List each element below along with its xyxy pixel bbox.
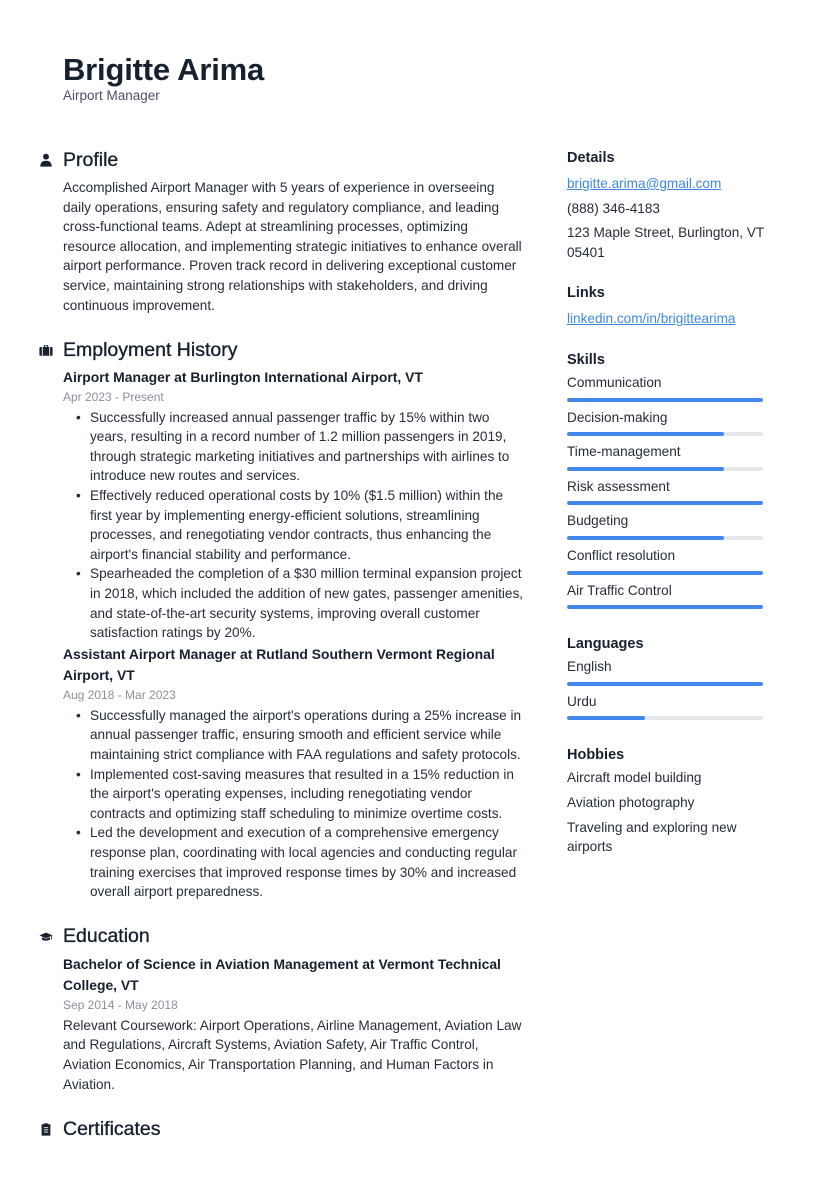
hobby-item: Aviation photography — [567, 794, 695, 810]
email-link[interactable]: brigitte.arima@gmail.com — [567, 174, 767, 194]
job-bullet: Spearheaded the completion of a $30 mill… — [76, 564, 523, 642]
skill-level-fill — [567, 432, 724, 437]
education-section: Education Bachelor of Science in Aviatio… — [39, 923, 523, 1094]
language-item: Urdu — [567, 692, 767, 721]
skill-item: Risk assessment — [567, 477, 767, 506]
employment-heading: Employment History — [39, 336, 523, 364]
skill-item: Conflict resolution — [567, 546, 767, 575]
languages-heading: Languages — [567, 636, 644, 653]
profile-heading: Profile — [40, 146, 523, 174]
details-heading: Details — [567, 150, 615, 166]
skill-item: Air Traffic Control — [567, 581, 767, 610]
details-section: Details brigitte.arima@gmail.com (888) 3… — [567, 148, 767, 262]
education-entry: Bachelor of Science in Aviation Manageme… — [63, 954, 523, 1094]
hobby-item: Traveling and exploring new airports — [567, 819, 737, 855]
profile-section: Profile Accomplished Airport Manager wit… — [40, 146, 523, 315]
skill-level-fill — [567, 466, 724, 471]
user-icon — [38, 152, 54, 168]
education-dates: Sep 2014 - May 2018 — [63, 997, 178, 1012]
job-title: Assistant Airport Manager at Rutland Sou… — [63, 645, 495, 684]
employment-title: Employment History — [63, 338, 238, 361]
skill-level-track — [567, 570, 763, 575]
skill-level-fill — [567, 397, 763, 402]
skill-name: Time-management — [567, 444, 681, 460]
employment-section: Employment History Airport Manager at Bu… — [39, 336, 523, 902]
certificates-title: Certificates — [63, 1117, 161, 1140]
linkedin-link[interactable]: linkedin.com/in/brigittearima — [567, 309, 767, 329]
links-heading: Links — [567, 285, 605, 302]
hobbies-heading: Hobbies — [567, 747, 625, 764]
languages-list: English Urdu — [567, 657, 767, 721]
skill-level-track — [567, 432, 763, 437]
skill-level-fill — [567, 501, 763, 506]
clipboard-icon — [38, 1121, 54, 1137]
skill-level-track — [567, 535, 763, 540]
skill-name: Decision-making — [567, 409, 668, 425]
skill-level-fill — [567, 535, 724, 540]
resume-header: Brigitte Arima Airport Manager — [63, 52, 264, 104]
graduation-cap-icon — [38, 929, 54, 945]
education-description: Relevant Coursework: Airport Operations,… — [63, 1017, 522, 1092]
skill-level-fill — [567, 570, 763, 575]
skills-heading: Skills — [567, 351, 605, 368]
language-level-track — [567, 681, 763, 686]
phone-number: (888) 346-4183 — [567, 200, 660, 216]
job-title: Airport Manager at Burlington Internatio… — [63, 369, 423, 386]
certificates-heading: Certificates — [41, 1115, 523, 1143]
skill-name: Air Traffic Control — [567, 582, 672, 598]
profile-text: Accomplished Airport Manager with 5 year… — [63, 180, 522, 313]
skill-level-fill — [567, 605, 763, 610]
languages-section: Languages English Urdu — [567, 634, 767, 721]
hobbies-section: Hobbies Aircraft model building Aviation… — [567, 745, 767, 856]
skill-level-track — [567, 605, 763, 610]
language-name: English — [567, 659, 612, 675]
certificates-section: Certificates — [41, 1115, 523, 1143]
candidate-title: Airport Manager — [63, 88, 160, 103]
briefcase-icon — [38, 342, 54, 358]
job-bullet: Led the development and execution of a c… — [76, 823, 523, 901]
skill-name: Conflict resolution — [567, 547, 676, 563]
job-bullets: Successfully increased annual passenger … — [76, 408, 523, 643]
skill-item: Budgeting — [567, 511, 767, 540]
degree-title: Bachelor of Science in Aviation Manageme… — [63, 955, 501, 994]
language-level-track — [567, 716, 763, 721]
education-heading: Education — [39, 923, 523, 951]
job-bullets: Successfully managed the airport's opera… — [76, 706, 523, 902]
skills-section: Skills Communication Decision-making Time-… — [567, 350, 767, 610]
links-section: Links linkedin.com/in/brigittearima — [567, 283, 767, 329]
job-bullet: Successfully managed the airport's opera… — [76, 706, 523, 765]
skill-name: Communication — [567, 374, 662, 390]
hobby-item: Aircraft model building — [567, 770, 702, 786]
candidate-name: Brigitte Arima — [63, 52, 265, 87]
job-bullet: Effectively reduced operational costs by… — [76, 486, 523, 564]
language-item: English — [567, 657, 767, 686]
job-entry: Airport Manager at Burlington Internatio… — [63, 367, 523, 643]
job-dates: Apr 2023 - Present — [63, 389, 164, 404]
skill-name: Risk assessment — [567, 478, 670, 494]
education-title: Education — [63, 925, 150, 948]
job-entry: Assistant Airport Manager at Rutland Sou… — [63, 644, 523, 902]
sidebar-column: Details brigitte.arima@gmail.com (888) 3… — [567, 148, 767, 878]
skill-name: Budgeting — [567, 513, 629, 529]
job-dates: Aug 2018 - Mar 2023 — [63, 687, 176, 702]
skill-level-track — [567, 466, 763, 471]
skill-item: Communication — [567, 373, 767, 402]
skill-item: Decision-making — [567, 408, 767, 437]
profile-title: Profile — [63, 148, 119, 171]
skill-item: Time-management — [567, 442, 767, 471]
language-level-fill — [567, 716, 646, 721]
skill-level-track — [567, 397, 763, 402]
main-column: Profile Accomplished Airport Manager wit… — [39, 146, 523, 1143]
skill-level-track — [567, 501, 763, 506]
address: 123 Maple Street, Burlington, VT 05401 — [567, 225, 764, 260]
language-name: Urdu — [567, 693, 597, 709]
language-level-fill — [567, 681, 763, 686]
job-bullet: Successfully increased annual passenger … — [76, 408, 523, 486]
job-bullet: Implemented cost-saving measures that re… — [76, 765, 523, 824]
skills-list: Communication Decision-making Time-managem… — [567, 373, 767, 610]
